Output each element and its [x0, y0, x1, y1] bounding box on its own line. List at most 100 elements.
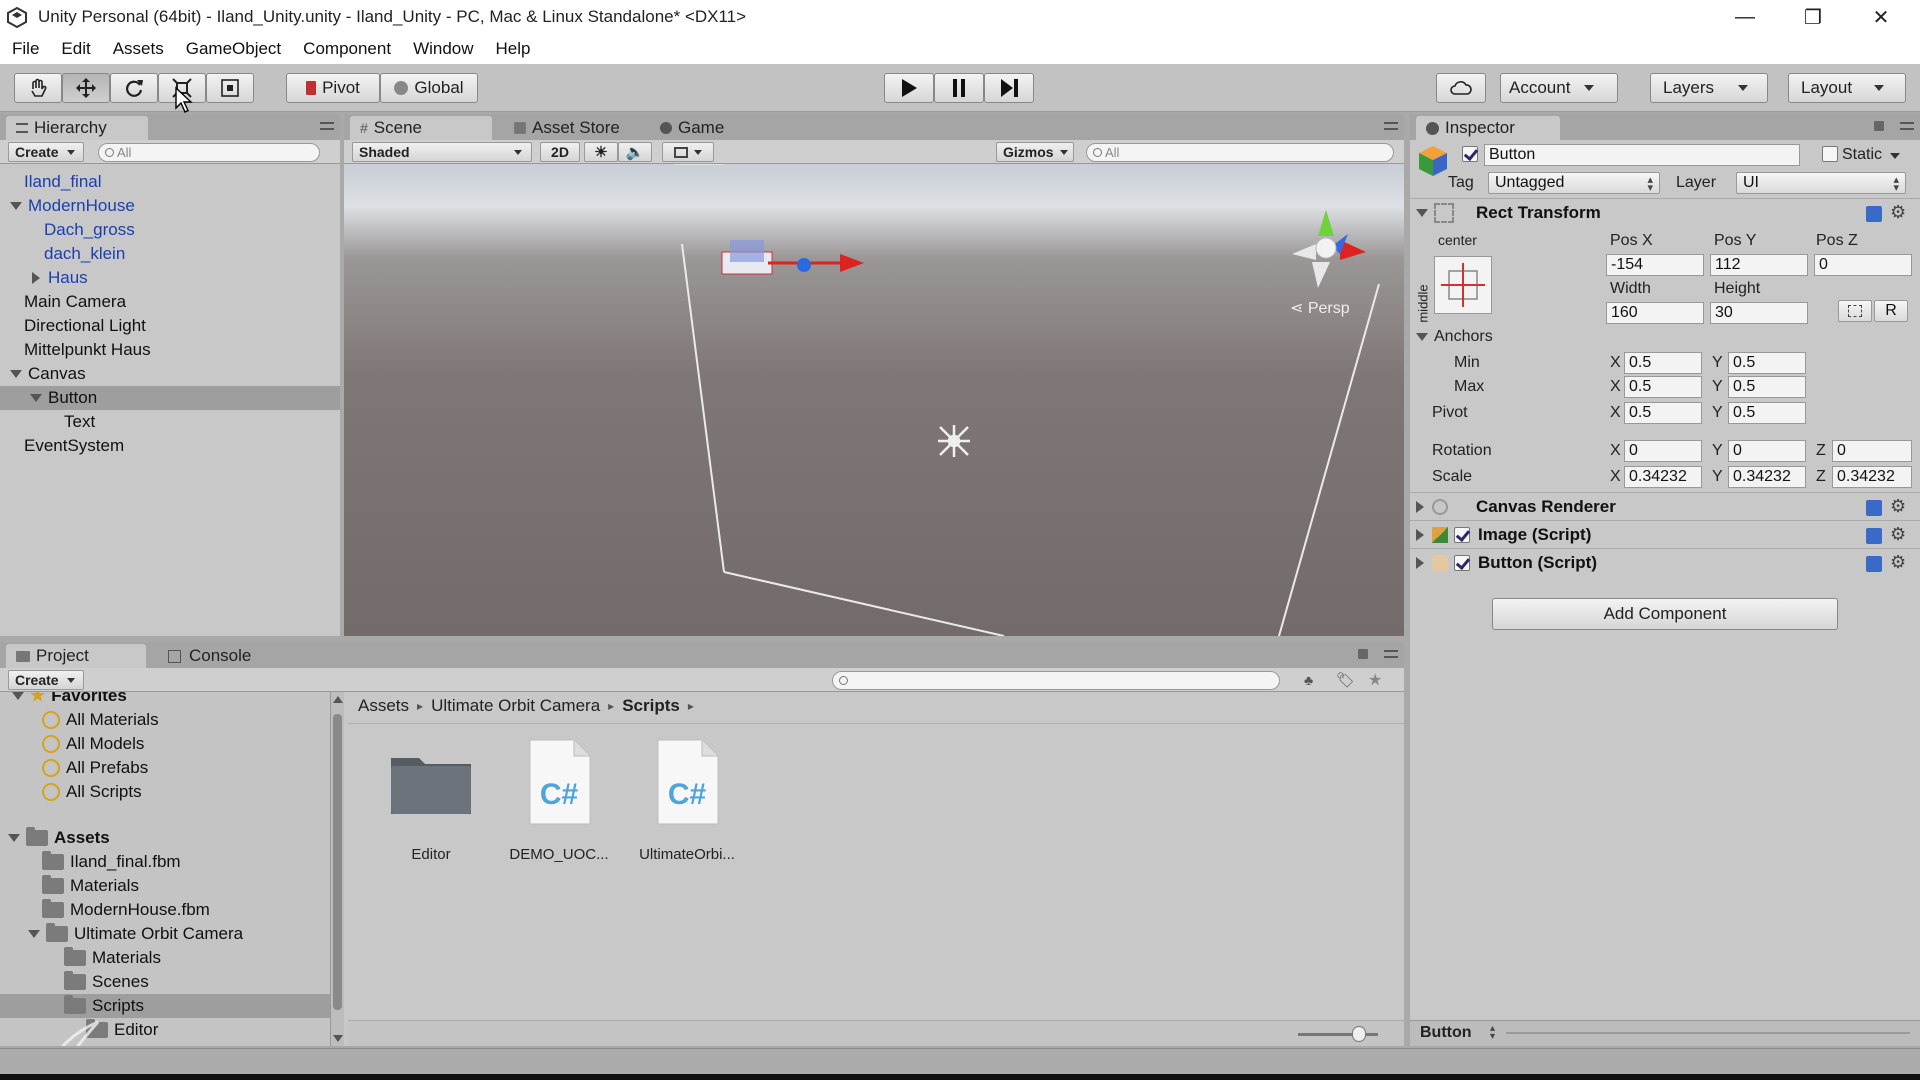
move-plane-handle[interactable] [730, 240, 764, 262]
lighting-toggle[interactable]: ☀ [584, 142, 618, 162]
hand-tool-button[interactable] [14, 73, 62, 103]
gizmo-center-cube[interactable] [1315, 237, 1337, 259]
lock-icon[interactable] [1874, 121, 1884, 131]
expand-arrow-icon[interactable] [1416, 500, 1424, 513]
gear-icon[interactable]: ⚙ [1890, 202, 1906, 223]
asset-item-demo-uoc[interactable]: C# DEMO_UOC... [494, 738, 624, 863]
button-script-header[interactable]: Button (Script) [1410, 548, 1920, 576]
global-toggle[interactable]: Global [380, 73, 478, 103]
panel-menu-icon[interactable] [1384, 650, 1398, 658]
canvas-renderer-header[interactable]: Canvas Renderer [1410, 492, 1920, 520]
gear-icon[interactable]: ⚙ [1890, 496, 1906, 517]
account-dropdown[interactable]: Account [1500, 73, 1618, 103]
neg-x-cone-icon[interactable] [1292, 244, 1316, 260]
hierarchy-item[interactable]: Mittelpunkt Haus [24, 338, 151, 362]
scrollbar-thumb[interactable] [333, 714, 342, 1010]
scene-viewport[interactable]: ⋖ Persp [344, 164, 1404, 636]
help-book-icon[interactable] [1866, 556, 1882, 572]
rect-tool-button[interactable] [206, 73, 254, 103]
project-folder-item[interactable]: Ultimate Orbit Camera [28, 922, 243, 946]
hierarchy-create-dropdown[interactable]: Create [8, 142, 84, 162]
pivot-x-field[interactable]: 0.5 [1624, 402, 1702, 424]
add-component-button[interactable]: Add Component [1492, 598, 1838, 630]
expand-arrow-icon[interactable] [1416, 333, 1428, 341]
anchors-foldout[interactable]: Anchors [1416, 328, 1493, 346]
rotation-y-field[interactable]: 0 [1728, 440, 1806, 462]
pause-button[interactable] [934, 73, 984, 103]
scroll-up-icon[interactable] [333, 696, 343, 703]
scale-y-field[interactable]: 0.34232 [1728, 466, 1806, 488]
project-create-dropdown[interactable]: Create [8, 670, 84, 690]
project-folder-item[interactable]: ModernHouse.fbm [42, 898, 210, 922]
favorites-item[interactable]: All Models [42, 732, 144, 756]
pos-y-field[interactable]: 112 [1710, 254, 1808, 276]
panel-menu-icon[interactable] [1900, 122, 1914, 130]
tab-hierarchy[interactable]: Hierarchy [6, 116, 148, 140]
object-name-field[interactable]: Button [1484, 144, 1800, 166]
expand-arrow-icon[interactable] [10, 202, 22, 210]
menu-assets[interactable]: Assets [113, 39, 164, 59]
chevron-down-icon[interactable] [1890, 153, 1900, 159]
lock-icon[interactable] [1358, 649, 1368, 659]
scroll-down-icon[interactable] [333, 1035, 343, 1042]
active-checkbox[interactable] [1462, 146, 1478, 162]
play-button[interactable] [884, 73, 934, 103]
hierarchy-item[interactable]: EventSystem [24, 434, 124, 458]
project-search-input[interactable] [832, 671, 1280, 690]
image-enabled-checkbox[interactable] [1454, 526, 1470, 543]
rotate-tool-button[interactable] [110, 73, 158, 103]
expand-arrow-icon[interactable] [30, 394, 42, 402]
expand-arrow-icon[interactable] [1416, 528, 1424, 541]
project-folder-item[interactable]: Scenes [64, 970, 149, 994]
pivot-y-field[interactable]: 0.5 [1728, 402, 1806, 424]
anchor-min-y-field[interactable]: 0.5 [1728, 352, 1806, 374]
asset-item-editor[interactable]: Editor [366, 746, 496, 863]
asset-item-ultimateorbit[interactable]: C# UltimateOrbi... [622, 738, 752, 863]
rect-transform-header[interactable]: Rect Transform [1410, 198, 1920, 226]
layers-dropdown[interactable]: Layers [1650, 73, 1768, 103]
tab-asset-store[interactable]: Asset Store [504, 116, 634, 140]
hierarchy-item[interactable]: Haus [30, 266, 88, 290]
restore-button[interactable]: ❐ [1780, 0, 1846, 34]
mode-2d-toggle[interactable]: 2D [540, 142, 580, 162]
anchor-min-x-field[interactable]: 0.5 [1624, 352, 1702, 374]
raw-edit-button[interactable]: R [1874, 300, 1908, 322]
step-button[interactable] [984, 73, 1034, 103]
expand-arrow-icon[interactable] [28, 930, 40, 938]
layer-dropdown[interactable]: UI ▴ ▾ [1736, 172, 1906, 194]
anchor-max-y-field[interactable]: 0.5 [1728, 376, 1806, 398]
menu-edit[interactable]: Edit [61, 39, 90, 59]
height-field[interactable]: 30 [1710, 302, 1808, 324]
expand-arrow-icon[interactable] [32, 272, 40, 284]
hierarchy-search-input[interactable]: All [98, 143, 320, 162]
anchor-preset-button[interactable] [1434, 256, 1492, 314]
orientation-gizmo[interactable] [1292, 210, 1366, 288]
directional-light-icon[interactable] [938, 425, 970, 457]
image-script-header[interactable]: Image (Script) [1410, 520, 1920, 548]
menu-file[interactable]: File [12, 39, 39, 59]
scene-search-input[interactable]: All [1086, 143, 1394, 162]
favorites-item[interactable]: All Scripts [42, 780, 142, 804]
menu-help[interactable]: Help [496, 39, 531, 59]
button-enabled-checkbox[interactable] [1454, 554, 1470, 571]
move-tool-button[interactable] [62, 73, 110, 103]
projection-label[interactable]: ⋖ Persp [1290, 298, 1350, 318]
breadcrumb-scripts[interactable]: Scripts [622, 696, 680, 716]
tab-console[interactable]: Console [158, 644, 288, 668]
gear-icon[interactable]: ⚙ [1890, 524, 1906, 545]
help-book-icon[interactable] [1866, 528, 1882, 544]
x-axis-arrow-icon[interactable] [840, 254, 864, 272]
preview-object-label[interactable]: Button [1420, 1024, 1472, 1042]
expand-arrow-icon[interactable] [1416, 208, 1428, 217]
audio-toggle[interactable]: 🔈 [618, 142, 652, 162]
panel-menu-icon[interactable] [320, 122, 334, 130]
breadcrumb-ultimate-orbit-camera[interactable]: Ultimate Orbit Camera [431, 696, 600, 716]
z-axis-handle[interactable] [797, 258, 811, 272]
icon-size-slider-thumb[interactable] [1352, 1026, 1366, 1042]
project-tree-scrollbar[interactable] [330, 692, 344, 1046]
favorites-item[interactable]: All Materials [42, 708, 159, 732]
hierarchy-item[interactable]: dach_klein [44, 242, 125, 266]
expand-arrow-icon[interactable] [8, 834, 20, 842]
expand-arrow-icon[interactable] [12, 692, 24, 700]
favorites-item[interactable]: All Prefabs [42, 756, 148, 780]
